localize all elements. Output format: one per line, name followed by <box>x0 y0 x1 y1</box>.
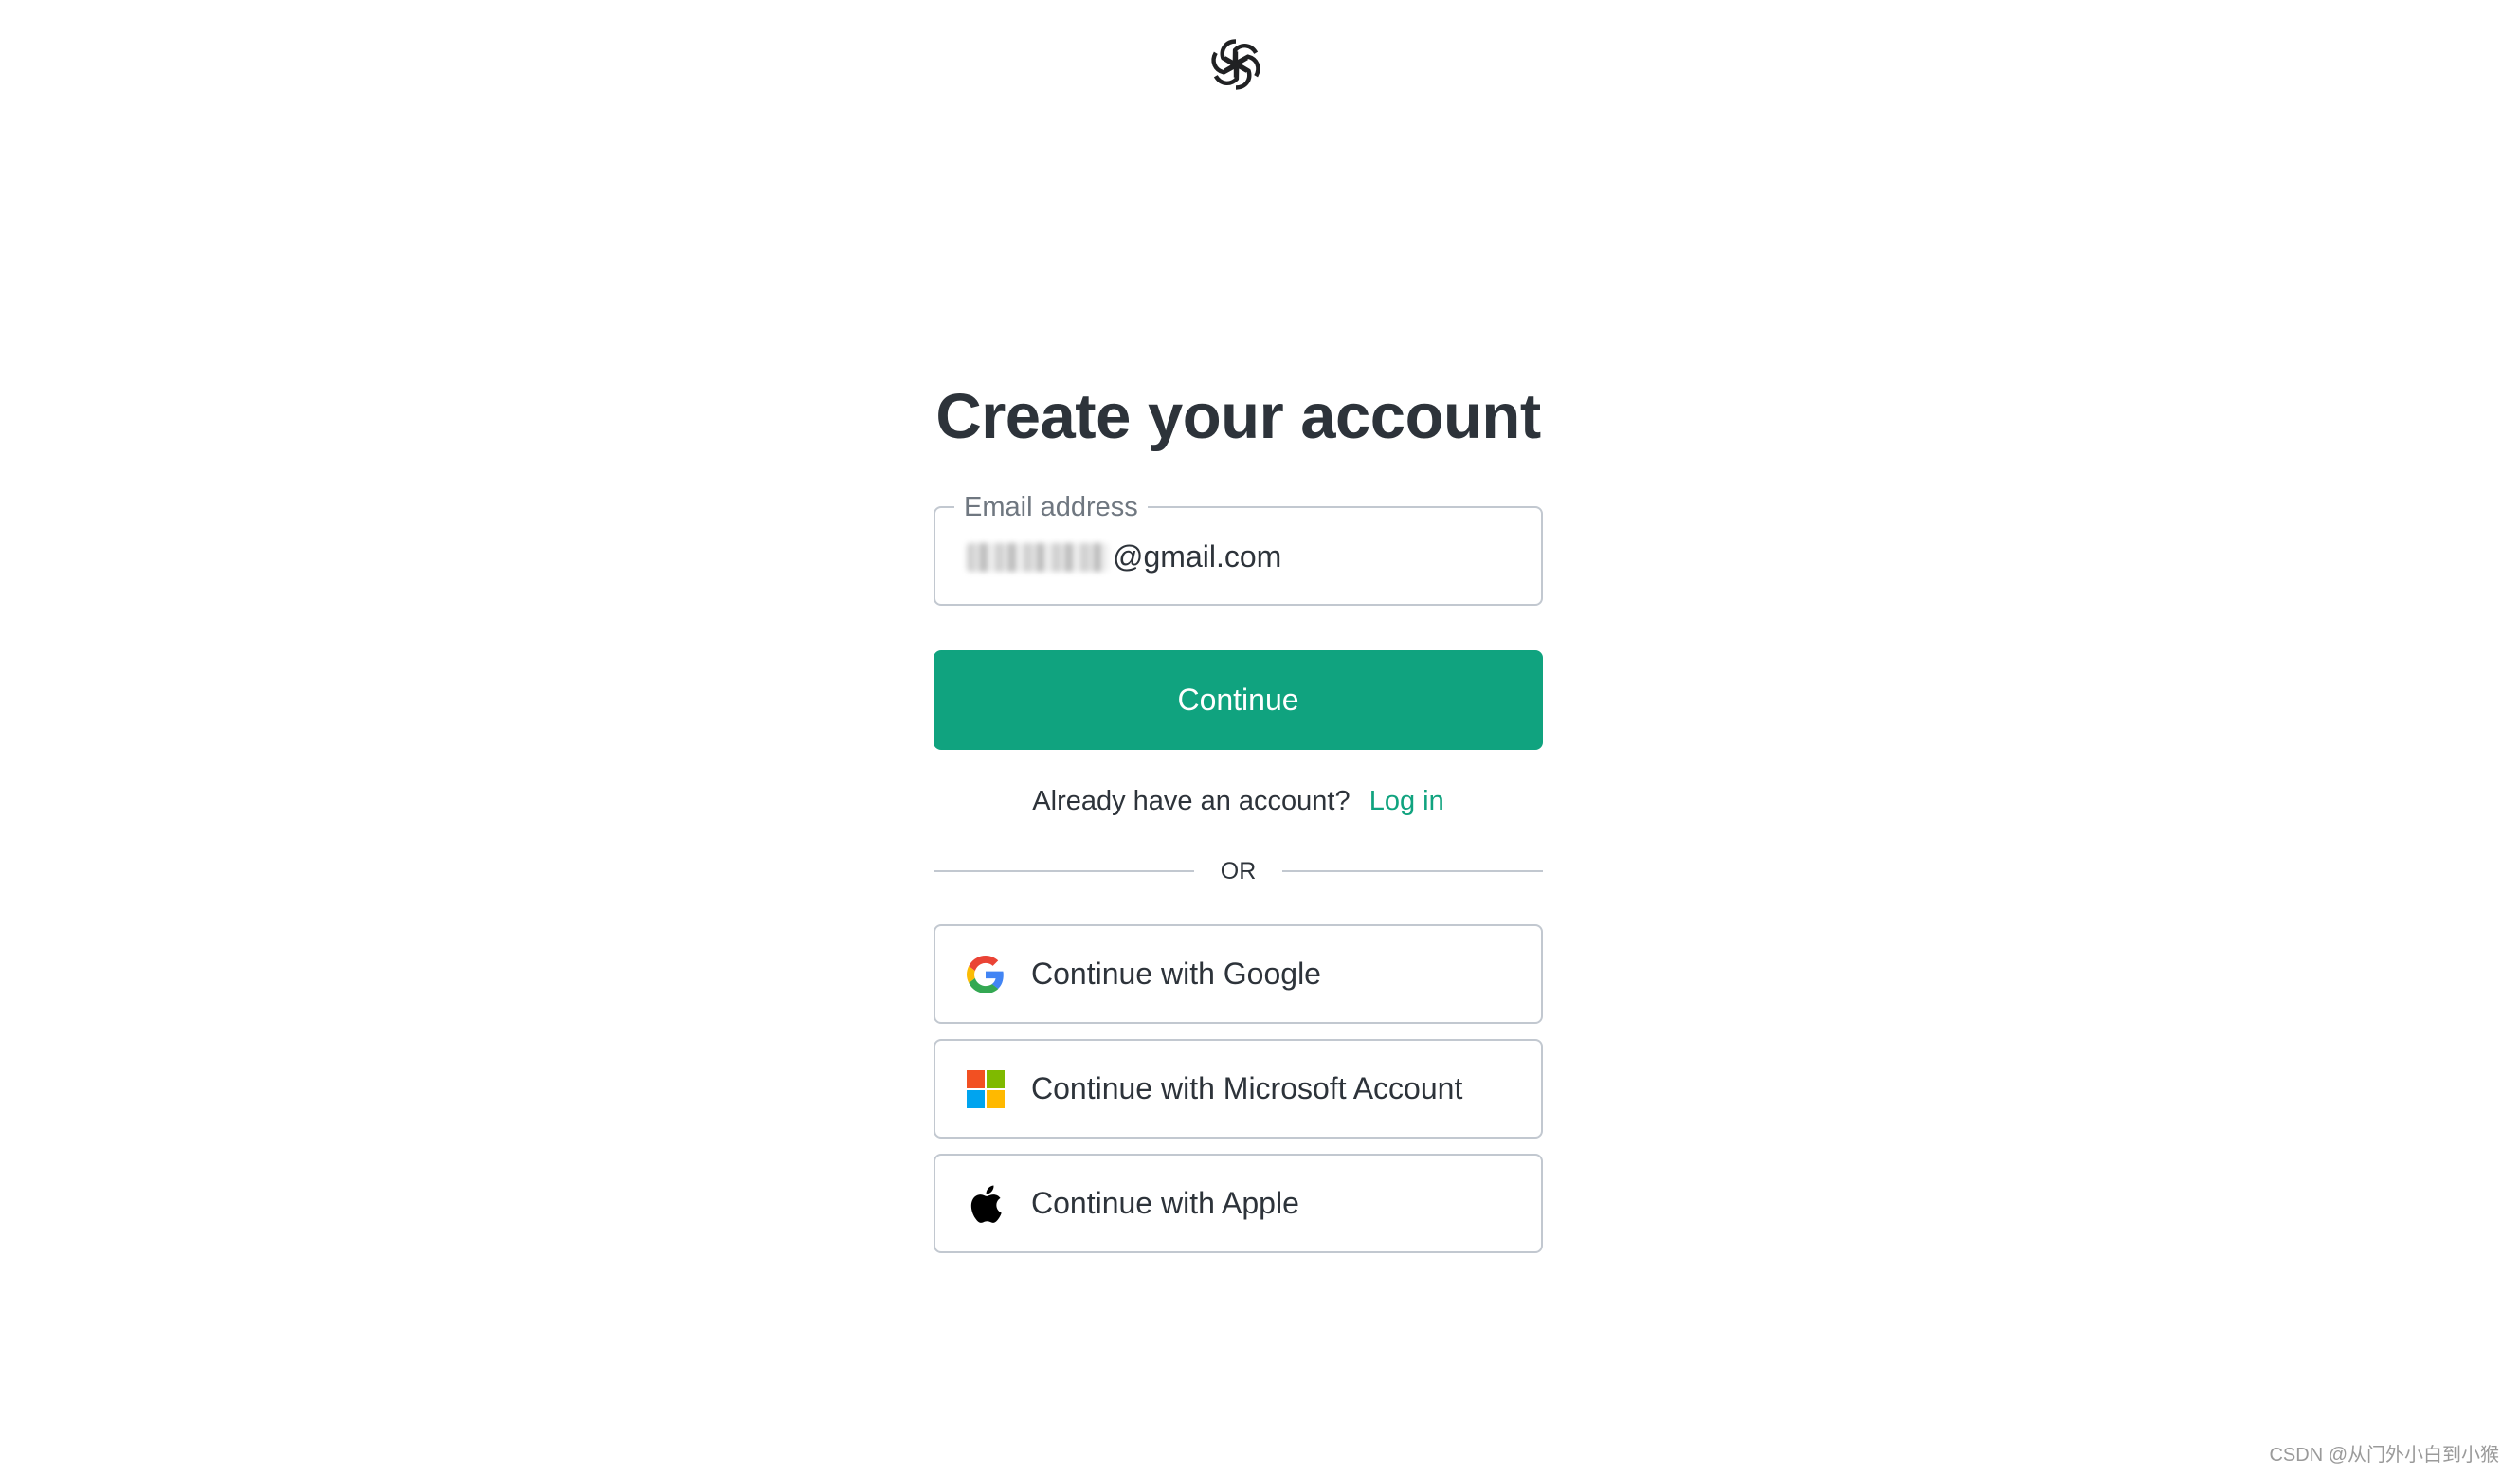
signup-form: Create your account Email address @gmail… <box>934 377 1543 1253</box>
redacted-email-blur <box>967 542 1109 572</box>
or-divider: OR <box>934 854 1543 888</box>
page-title: Create your account <box>935 381 1541 452</box>
microsoft-icon <box>967 1069 1005 1108</box>
apple-button-label: Continue with Apple <box>1031 1186 1299 1220</box>
continue-with-google-button[interactable]: Continue with Google <box>934 924 1543 1024</box>
google-icon <box>967 955 1005 993</box>
signup-page: Create your account Email address @gmail… <box>0 0 2520 1476</box>
apple-icon <box>967 1185 1005 1223</box>
continue-with-apple-button[interactable]: Continue with Apple <box>934 1154 1543 1253</box>
email-field[interactable]: Email address @gmail.com <box>934 492 1543 606</box>
continue-with-microsoft-button[interactable]: Continue with Microsoft Account <box>934 1039 1543 1139</box>
login-prompt-text: Already have an account? <box>1032 786 1351 816</box>
login-link[interactable]: Log in <box>1369 786 1444 816</box>
microsoft-button-label: Continue with Microsoft Account <box>1031 1071 1463 1105</box>
google-button-label: Continue with Google <box>1031 957 1321 991</box>
divider-text: OR <box>1220 857 1257 884</box>
email-domain-text: @gmail.com <box>1113 539 1282 574</box>
login-prompt-row: Already have an account? Log in <box>934 784 1543 818</box>
divider-line-left <box>934 870 1194 872</box>
email-field-label: Email address <box>954 492 1148 522</box>
email-field-value[interactable]: @gmail.com <box>967 539 1281 574</box>
divider-line-right <box>1282 870 1543 872</box>
continue-button[interactable]: Continue <box>934 650 1543 750</box>
watermark-text: CSDN @从门外小白到小猴 <box>2269 1445 2499 1466</box>
openai-logo-icon <box>1211 39 1260 90</box>
